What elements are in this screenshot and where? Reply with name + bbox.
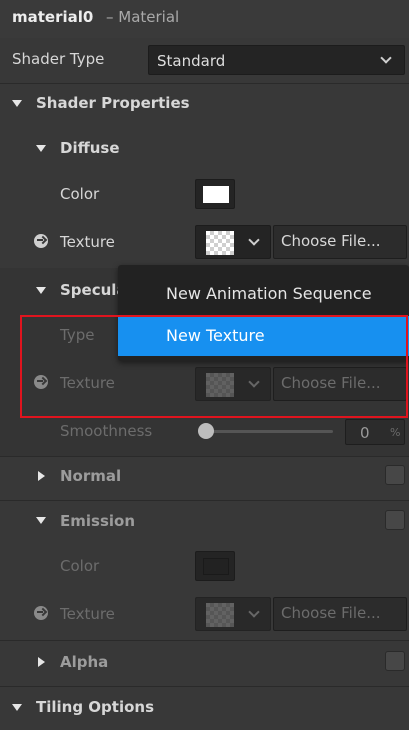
- expand-triangle-icon[interactable]: [38, 657, 45, 667]
- diffuse-choose-file-button[interactable]: Choose File...: [273, 225, 407, 259]
- emission-color-picker[interactable]: [195, 551, 235, 581]
- shader-type-value: Standard: [157, 52, 226, 70]
- collapse-triangle-icon[interactable]: [36, 287, 46, 294]
- smoothness-slider-handle[interactable]: [198, 423, 214, 439]
- shader-type-select[interactable]: Standard: [148, 45, 405, 75]
- chevron-down-icon: [380, 52, 392, 64]
- smoothness-slider-track[interactable]: [203, 430, 333, 433]
- section-specular[interactable]: Specula: [60, 281, 127, 299]
- alpha-enable-checkbox[interactable]: [385, 651, 405, 671]
- section-alpha[interactable]: Alpha: [60, 653, 108, 671]
- divider: [0, 83, 409, 84]
- smoothness-label: Smoothness: [60, 422, 153, 440]
- link-arrow-icon[interactable]: [34, 606, 48, 620]
- link-arrow-icon[interactable]: [34, 234, 48, 248]
- normal-enable-checkbox[interactable]: [385, 465, 405, 485]
- emission-texture-label: Texture: [60, 605, 115, 623]
- divider: [0, 456, 409, 457]
- choose-file-label: Choose File...: [281, 232, 381, 250]
- expand-triangle-icon[interactable]: [38, 471, 45, 481]
- collapse-triangle-icon[interactable]: [36, 145, 46, 152]
- section-diffuse[interactable]: Diffuse: [60, 139, 120, 157]
- shader-type-label: Shader Type: [12, 50, 105, 68]
- divider: [0, 686, 409, 687]
- emission-choose-file-button[interactable]: Choose File...: [273, 597, 407, 631]
- emission-color-label: Color: [60, 557, 100, 575]
- collapse-triangle-icon[interactable]: [36, 517, 46, 524]
- diffuse-color-picker[interactable]: [195, 179, 235, 209]
- section-tiling-options[interactable]: Tiling Options: [36, 698, 154, 716]
- color-swatch: [203, 558, 229, 575]
- menu-item-new-animation-sequence[interactable]: New Animation Sequence: [118, 274, 409, 314]
- highlight-box: [20, 315, 408, 418]
- diffuse-texture-select[interactable]: [195, 225, 271, 259]
- color-swatch: [203, 186, 229, 203]
- collapse-triangle-icon[interactable]: [12, 704, 22, 711]
- section-shader-properties[interactable]: Shader Properties: [36, 94, 190, 112]
- texture-preview: [206, 231, 234, 255]
- section-normal[interactable]: Normal: [60, 467, 121, 485]
- divider: [0, 640, 409, 641]
- smoothness-value: 0: [360, 424, 370, 442]
- texture-preview: [206, 603, 234, 627]
- diffuse-color-label: Color: [60, 185, 100, 203]
- emission-texture-select[interactable]: [195, 597, 271, 631]
- chevron-down-icon: [248, 234, 260, 246]
- section-emission[interactable]: Emission: [60, 512, 135, 530]
- menu-item-label: New Animation Sequence: [166, 284, 372, 303]
- choose-file-label: Choose File...: [281, 604, 381, 622]
- panel-type-label: – Material: [106, 8, 180, 26]
- smoothness-input[interactable]: 0 %: [345, 419, 405, 445]
- smoothness-unit: %: [390, 426, 401, 439]
- emission-enable-checkbox[interactable]: [385, 510, 405, 530]
- collapse-triangle-icon[interactable]: [12, 100, 22, 107]
- diffuse-texture-label: Texture: [60, 233, 115, 251]
- material-name: material0: [12, 8, 94, 26]
- divider: [0, 500, 409, 501]
- chevron-down-icon: [248, 606, 260, 618]
